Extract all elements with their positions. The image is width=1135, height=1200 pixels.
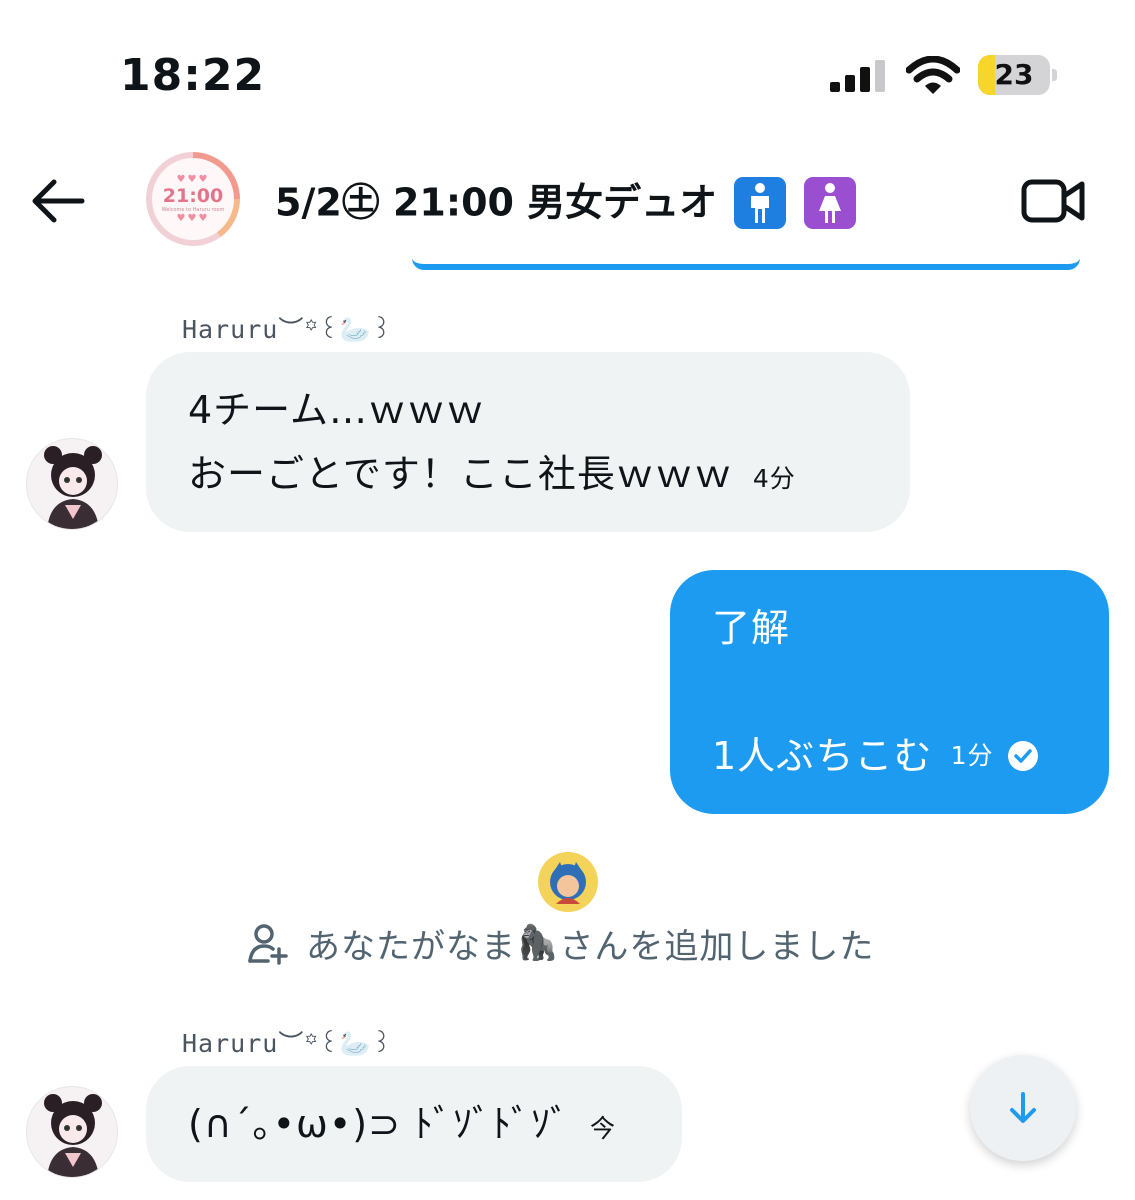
hearts-decoration: ♥♥♥ (176, 174, 210, 185)
message-text (712, 660, 1067, 724)
group-avatar[interactable]: ♥♥♥ 21:00 Welcome to Haruru room ♥♥♥ (146, 152, 240, 246)
message-text: おーごとです！ここ社長ｗｗｗ (188, 452, 733, 496)
video-call-button[interactable] (1020, 176, 1086, 226)
previous-outgoing-bubble-edge (412, 258, 1080, 270)
sender-name: Haruru︶꙳꒰🦢꒱ (182, 315, 393, 344)
battery-level: 23 (994, 58, 1034, 91)
added-user-avatar[interactable] (538, 852, 598, 912)
message-bubble-outgoing[interactable]: 了解 1人ぶちこむ 1分 (670, 570, 1109, 814)
message-text-line: おーごとです！ここ社長ｗｗｗ 4分 (188, 442, 868, 511)
battery-indicator: 23 (978, 55, 1058, 95)
add-user-icon (248, 924, 288, 965)
system-text-before: あなたがなま (306, 926, 516, 967)
message-timestamp: 1分 (950, 741, 994, 770)
message-text-line: 1人ぶちこむ 1分 (712, 724, 1067, 788)
message-text: 4チーム…ｗｗｗ (188, 388, 486, 432)
message-text: 了解 (712, 606, 791, 650)
scroll-to-bottom-button[interactable] (970, 1055, 1076, 1161)
wifi-icon (906, 56, 960, 94)
system-text-after: さんを追加しました (559, 926, 875, 967)
read-check-icon (1008, 741, 1039, 771)
arrow-down-icon (1010, 1092, 1036, 1123)
message-bubble-incoming[interactable]: (∩´｡•ω•)⊃ ﾄﾞｿﾞﾄﾞｿﾞ 今 (146, 1066, 682, 1182)
sender-avatar[interactable] (26, 1086, 118, 1178)
back-button[interactable] (28, 175, 88, 227)
status-time: 18:22 (120, 50, 266, 101)
group-avatar-time: 21:00 (162, 185, 224, 207)
woman-symbol-icon (803, 176, 856, 229)
message-bubble-incoming[interactable]: 4チーム…ｗｗｗ おーごとです！ここ社長ｗｗｗ 4分 (146, 352, 910, 532)
conversation-title[interactable]: 5/2㊏ 21:00 男女デュオ (275, 176, 856, 229)
arrow-left-icon (32, 179, 85, 223)
message-text-line: (∩´｡•ω•)⊃ ﾄﾞｿﾞﾄﾞｿﾞ 今 (188, 1092, 640, 1161)
message-timestamp: 今 (590, 1114, 617, 1143)
sender-avatar[interactable] (26, 438, 118, 530)
member-added-notice: あなたがなま 🦍 さんを追加しました (246, 918, 874, 968)
cellular-signal-icon (830, 60, 885, 92)
message-timestamp: 4分 (752, 464, 796, 493)
hearts-decoration: ♥♥♥ (176, 213, 210, 224)
gorilla-emoji: 🦍 (516, 923, 560, 963)
message-text: 1人ぶちこむ (712, 734, 933, 778)
message-text: (∩´｡•ω•)⊃ ﾄﾞｿﾞﾄﾞｿﾞ (188, 1102, 571, 1146)
sender-name: Haruru︶꙳꒰🦢꒱ (182, 1029, 393, 1058)
man-symbol-icon (734, 176, 787, 229)
conversation-title-text: 5/2㊏ 21:00 男女デュオ (275, 180, 718, 225)
video-camera-icon (1021, 179, 1085, 223)
